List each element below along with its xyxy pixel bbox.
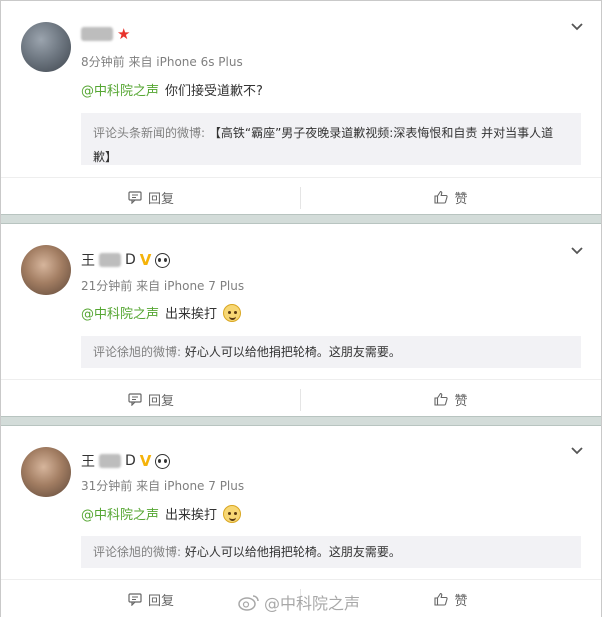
post-source: 来自 iPhone 7 Plus [136,479,245,493]
comment-body: 出来挨打 [165,508,218,523]
comment-body: 你们接受道歉不? [165,84,263,99]
thumbs-up-icon [434,392,449,406]
username[interactable]: 王 D V [81,250,171,270]
quoted-weibo[interactable]: 评论徐旭的微博: 好心人可以给他捐把轮椅。这朋友需要。 [81,536,581,568]
watermark: @中科院之声 [238,590,360,614]
username[interactable]: 王 D V [81,451,171,471]
blurred-name [99,454,121,468]
panda-icon [155,252,171,268]
post-time[interactable]: 8分钟前 [81,55,125,69]
action-bar: 回复 赞 [1,379,601,417]
comment-body: 出来挨打 [165,307,218,322]
avatar[interactable] [21,22,71,72]
like-button[interactable]: 赞 [301,380,601,418]
chevron-down-icon[interactable] [571,23,583,31]
weibo-logo-icon [238,595,259,611]
mention-link[interactable]: @中科院之声 [81,80,159,99]
verified-v-icon: V [139,251,152,269]
chevron-down-icon[interactable] [571,247,583,255]
reply-button[interactable]: 回复 [1,380,301,418]
username[interactable]: ★ [81,25,130,43]
watermark-text: @中科院之声 [264,594,361,613]
reply-icon [128,592,142,606]
emoji-icon [223,504,242,523]
like-label: 赞 [454,393,468,409]
quote-source: 评论头条新闻的微博: [93,126,206,140]
reply-icon [128,190,142,204]
quoted-weibo[interactable]: 评论徐旭的微博: 好心人可以给他捐把轮椅。这朋友需要。 [81,336,581,368]
comment-text: @中科院之声 出来挨打 [81,504,242,523]
avatar[interactable] [21,447,71,497]
reply-button[interactable]: 回复 [1,178,301,216]
reply-label: 回复 [147,393,174,409]
quote-source: 评论徐旭的微博: [93,345,182,359]
chevron-down-icon[interactable] [571,447,583,455]
post-meta: 8分钟前 来自 iPhone 6s Plus [81,53,243,70]
card-divider [1,416,601,426]
reply-label: 回复 [147,191,174,207]
comment-card-1: ★ 8分钟前 来自 iPhone 6s Plus @中科院之声 你们接受道歉不?… [1,1,601,213]
action-bar: 回复 赞 [1,177,601,215]
like-button[interactable]: 赞 [301,178,601,216]
comment-card-3: 王 D V 31分钟前 来自 iPhone 7 Plus @中科院之声 出来挨打… [1,427,601,617]
post-source: 来自 iPhone 7 Plus [136,279,245,293]
post-time[interactable]: 21分钟前 [81,279,132,293]
thumbs-up-icon [434,190,449,204]
comment-text: @中科院之声 出来挨打 [81,303,242,322]
verified-v-icon: V [139,452,152,470]
card-divider [1,214,601,224]
avatar[interactable] [21,245,71,295]
post-meta: 21分钟前 来自 iPhone 7 Plus [81,277,244,294]
like-label: 赞 [454,593,468,609]
quote-source: 评论徐旭的微博: [93,545,182,559]
emoji-icon [223,303,242,322]
blurred-name [99,253,121,267]
quote-text[interactable]: 好心人可以给他捐把轮椅。这朋友需要。 [185,545,401,559]
username-suffix: D [125,453,136,469]
reply-icon [128,392,142,406]
post-time[interactable]: 31分钟前 [81,479,132,493]
reply-label: 回复 [147,593,174,609]
post-source: 来自 iPhone 6s Plus [128,55,243,69]
username-suffix: D [125,252,136,268]
star-icon: ★ [117,25,131,43]
post-meta: 31分钟前 来自 iPhone 7 Plus [81,477,244,494]
username-prefix: 王 [81,253,95,269]
mention-link[interactable]: @中科院之声 [81,303,159,322]
thumbs-up-icon [434,592,449,606]
panda-icon [155,453,171,469]
quote-text[interactable]: 好心人可以给他捐把轮椅。这朋友需要。 [185,345,401,359]
comment-card-2: 王 D V 21分钟前 来自 iPhone 7 Plus @中科院之声 出来挨打… [1,225,601,416]
blurred-name [81,27,113,41]
username-prefix: 王 [81,454,95,470]
quoted-weibo[interactable]: 评论头条新闻的微博: 【高铁“霸座”男子夜晚录道歉视频:深表悔恨和自责 并对当事… [81,113,581,165]
mention-link[interactable]: @中科院之声 [81,504,159,523]
like-label: 赞 [454,191,468,207]
comment-text: @中科院之声 你们接受道歉不? [81,80,263,99]
